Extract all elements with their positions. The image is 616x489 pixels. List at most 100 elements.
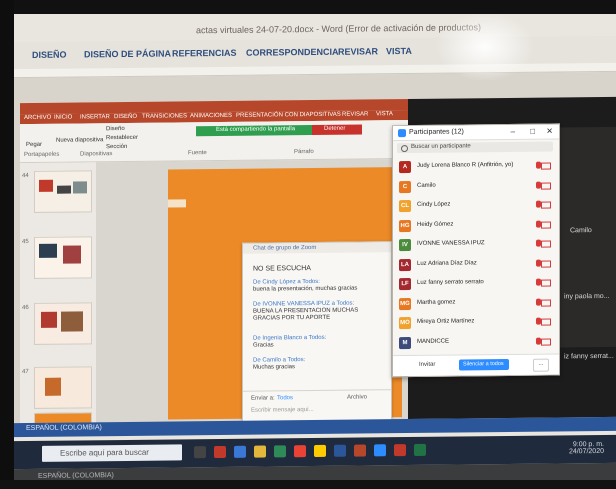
participant-name: Martha gomez [417,299,456,306]
word-tab-references[interactable]: REFERENCIAS [172,48,237,59]
new-slide-button[interactable]: Nueva diapositiva [56,137,103,143]
participant-name: Cindy López [417,201,451,208]
more-options-button[interactable]: ... [533,358,549,372]
reset-button[interactable]: Restablecer [106,135,138,141]
camera-off-icon [541,279,551,287]
send-to-label: Enviar a: [251,395,275,402]
participant-row[interactable]: MO Mireya Ortiz Martínez [393,312,559,332]
edge-icon[interactable] [234,445,246,458]
pp-tab-animations[interactable]: ANIMACIONES [190,113,232,119]
slide-thumbnail[interactable] [34,366,92,409]
slide-thumbnail[interactable] [34,236,92,279]
slide-number: 47 [22,368,29,376]
word-tab-design[interactable]: DISEÑO [32,50,67,60]
slide-thumbnail[interactable] [34,302,92,345]
excel-icon[interactable] [414,443,426,456]
chat-message: De Cindy López a Todos: buena la present… [253,279,357,294]
participant-label: iz fanny serrat... [564,352,614,361]
send-to-dropdown[interactable]: Todos [277,395,293,401]
bottom-status-language: ESPAÑOL (COLOMBIA) [38,472,114,480]
stop-share-label: Detener [324,125,346,132]
thumbnail-image [63,245,81,264]
participant-row[interactable]: MG Martha gomez [393,293,559,313]
camera-off-icon [541,260,551,268]
pp-tab-transitions[interactable]: TRANSICIONES [142,113,187,119]
folder-icon[interactable] [254,445,266,458]
participant-row[interactable]: A Judy Lorena Blanco R (Anfitrión, yo) [393,156,559,176]
chat-text: buena la presentación, muchas gracias [253,285,358,293]
zoom-video-tile: Camilo [558,126,616,348]
chat-text: BUENA LA PRESENTACION MUCHAS GRACIAS POR… [253,307,359,322]
participant-name: Camilo [417,182,436,189]
camera-off-icon [541,162,551,170]
slide-thumbnail[interactable] [34,170,92,213]
pp-tab-view[interactable]: VISTA [376,111,393,117]
layout-button[interactable]: Diseño [106,126,125,132]
section-button[interactable]: Sección [106,144,127,150]
avatar: M [399,336,411,349]
slide-number: 44 [22,172,29,180]
app-icon[interactable] [314,444,326,458]
store-icon[interactable] [274,445,286,458]
avatar: LF [399,277,411,291]
participant-row[interactable]: C Camilo [393,176,559,196]
chat-sender: De Ingenia Blanco a Todos: [253,334,327,342]
mute-all-label: Silenciar a todos [463,361,504,368]
pp-tab-design[interactable]: DISEÑO [114,114,137,120]
pp-tab-review[interactable]: REVISAR [342,111,368,117]
minimize-icon[interactable]: – [511,127,515,136]
avatar: C [399,180,411,193]
photo-top-edge [0,0,616,14]
invite-button[interactable]: Invitar [419,362,435,368]
task-view-icon[interactable] [194,446,206,459]
participant-row[interactable]: IV IVONNE VANESSA IPUZ [393,234,559,254]
monitor-screen: actas virtuales 24-07-20.docx - Word (Er… [14,2,616,489]
chat-text: Gracias [253,342,274,349]
participant-name: Mireya Ortiz Martínez [417,318,475,325]
group-paragraph: Párrafo [294,149,314,156]
thumbnail-image [41,311,57,328]
chat-input[interactable]: Escribir mensaje aquí... [251,407,314,414]
maximize-icon[interactable]: □ [530,127,535,136]
paste-button[interactable]: Pegar [26,142,42,148]
clock-date: 24/07/2020 [568,447,604,456]
chat-message: De IVONNE VANESSA IPUZ a Todos: BUENA LA… [253,300,383,322]
participant-row[interactable]: M MANDICCE [393,332,559,352]
chrome-icon[interactable] [294,445,306,458]
word-icon[interactable] [334,444,346,457]
pp-tab-home[interactable]: INICIO [54,115,72,121]
stop-share-button[interactable]: Detener [312,124,362,136]
participant-row[interactable]: LA Luz Adriana Díaz Díaz [393,254,559,274]
app-icon[interactable] [214,445,226,459]
taskbar-clock[interactable]: 9:00 p. m. 24/07/2020 [569,441,604,455]
pp-tab-insert[interactable]: INSERTAR [80,114,110,120]
pdf-icon[interactable] [394,444,406,457]
participant-search-input[interactable]: Buscar un participante [397,141,553,154]
file-button[interactable]: Archivo [347,394,367,400]
chat-message: De Camilo a Todos: Muchas gracias [253,357,305,372]
word-tab-page-layout[interactable]: DISEÑO DE PÁGINA [84,49,171,60]
word-tab-mailings[interactable]: CORRESPONDENCIA [246,47,339,58]
pp-tab-slideshow[interactable]: PRESENTACIÓN CON DIAPOSITIVAS [236,112,341,119]
word-tab-view[interactable]: VISTA [386,46,412,56]
mute-all-button[interactable]: Silenciar a todos [459,358,509,371]
zoom-icon[interactable] [374,444,386,457]
thumbnail-image [57,185,71,194]
chat-compose: Enviar a: Todos Archivo Escribir mensaje… [243,389,391,422]
participant-search-placeholder: Buscar un participante [411,143,471,150]
taskbar-search-input[interactable]: Escribe aquí para buscar [42,444,182,462]
participant-row[interactable]: HG Heidy Gómez [393,215,559,235]
pp-tab-file[interactable]: ARCHIVO [24,115,51,121]
search-icon [401,145,408,153]
participant-row[interactable]: CL Cindy López [393,195,559,215]
close-icon[interactable]: ✕ [546,127,553,136]
camera-off-icon [541,338,551,346]
camera-off-icon [541,221,551,229]
camera-off-icon [541,240,551,248]
participant-row[interactable]: LF Luz fanny serrato serrato [393,273,559,293]
powerpoint-icon[interactable] [354,444,366,457]
word-tab-review[interactable]: REVISAR [338,46,378,56]
participant-name: Heidy Gómez [417,221,454,228]
status-language: ESPAÑOL (COLOMBIA) [26,424,102,433]
avatar: MO [399,316,411,330]
